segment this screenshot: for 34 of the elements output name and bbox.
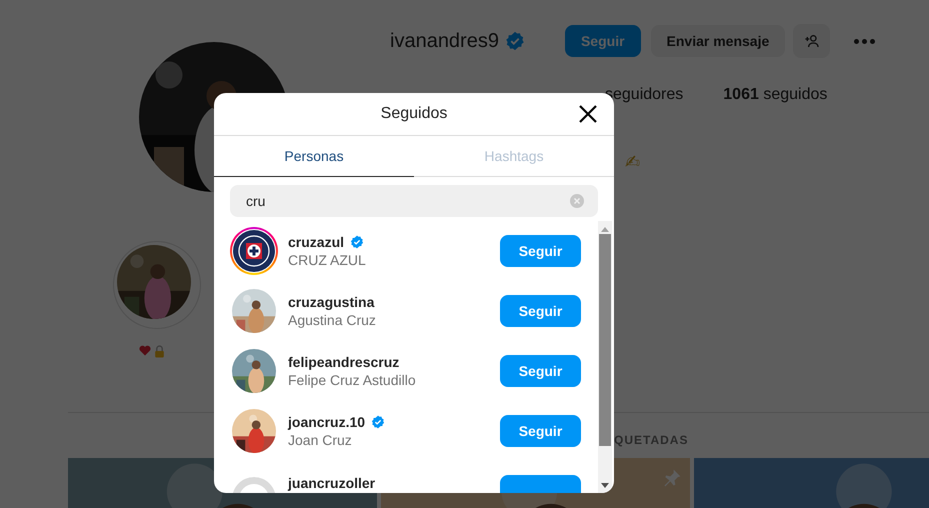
scrollbar-thumb[interactable] — [599, 234, 611, 446]
user-handle[interactable]: joancruz.10 — [288, 414, 366, 430]
user-full-name: Agustina Cruz — [288, 312, 377, 328]
follow-button[interactable]: Seguir — [500, 415, 581, 447]
user-avatar[interactable] — [230, 227, 278, 275]
user-handle[interactable]: juancruzoller — [288, 475, 376, 491]
user-handle[interactable]: cruzazul — [288, 234, 344, 250]
add-person-button[interactable] — [793, 24, 830, 58]
user-full-name: Joan Cruz — [288, 432, 353, 448]
user-handle[interactable]: cruzagustina — [288, 294, 374, 310]
scrollbar[interactable] — [598, 221, 612, 493]
bio-emoji: ✍ — [625, 152, 642, 173]
heart-icon — [139, 345, 151, 356]
cross-logo-icon — [233, 230, 275, 272]
dialog-tab[interactable]: Hashtags — [414, 136, 614, 177]
user-handle[interactable]: felipeandrescruz — [288, 354, 400, 370]
profile-stat: seguidores — [605, 86, 684, 104]
add-person-icon — [804, 33, 820, 49]
message-button[interactable]: Enviar mensaje — [650, 25, 786, 57]
user-full-name: Felipe Cruz Astudillo — [288, 372, 417, 388]
follow-button[interactable]: Seguir — [564, 25, 641, 57]
dialog-title: Seguidos — [380, 105, 448, 123]
dialog-tab[interactable]: Personas — [214, 136, 414, 177]
follow-button[interactable]: Seguir — [500, 235, 581, 267]
scroll-up-icon[interactable] — [601, 226, 609, 232]
follow-button[interactable]: Seguir — [500, 295, 581, 327]
search-field[interactable]: cru — [230, 185, 598, 217]
profile-username: ivanandres9 — [390, 30, 499, 52]
profile-stat: 1061 seguidos — [723, 86, 828, 104]
follow-button[interactable]: Seguir — [500, 355, 581, 387]
story-highlight[interactable] — [113, 241, 201, 329]
scroll-down-icon[interactable] — [601, 483, 609, 489]
lock-icon — [154, 345, 165, 358]
user-full-name: CRUZ AZUL — [288, 252, 367, 268]
